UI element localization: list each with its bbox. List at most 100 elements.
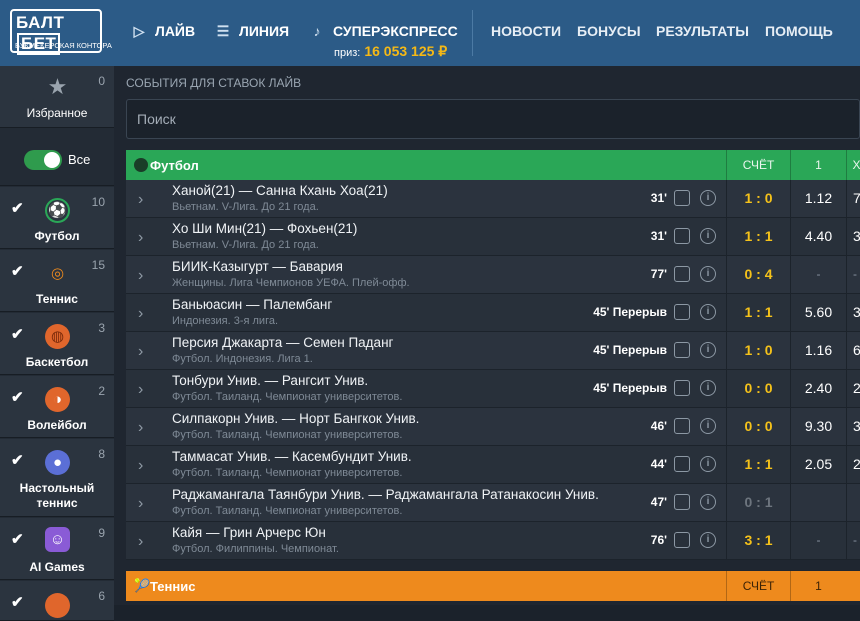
live-events-panel: СОБЫТИЯ ДЛЯ СТАВОК ЛАЙВ Поиск Футбол СЧЁ… <box>114 66 860 605</box>
chevron-right-icon[interactable]: › <box>138 533 143 551</box>
odd-x-button[interactable]: 3. <box>846 218 860 255</box>
odd-1-button[interactable]: 4.40 <box>790 218 846 255</box>
basketball-icon: ◍ <box>45 324 70 349</box>
info-icon[interactable]: i <box>700 266 716 282</box>
event-row[interactable]: › Раджамангала Таянбури Унив. — Раджаманг… <box>126 484 860 522</box>
nav-divider <box>472 10 473 56</box>
sidebar-item-volleyball[interactable]: ✔ ◑ 2 Волейбол <box>0 376 114 438</box>
event-row[interactable]: › БИИК-Казыгурт — Бавария Женщины. Лига Че… <box>126 256 860 294</box>
statistics-icon[interactable] <box>674 266 690 282</box>
statistics-icon[interactable] <box>674 456 690 472</box>
chevron-right-icon[interactable]: › <box>138 457 143 475</box>
odd-x-button[interactable]: 7. <box>846 180 860 217</box>
football-header[interactable]: Футбол СЧЁТ 1 X <box>126 150 860 180</box>
sidebar-item-favorites[interactable]: ★ 0 Избранное <box>0 66 114 128</box>
statistics-icon[interactable] <box>674 418 690 434</box>
sidebar-item-tennis[interactable]: ✔ ◎ 15 Теннис <box>0 250 114 312</box>
event-row[interactable]: › Кайя — Грин Арчерс Юн Футбол. Филиппины.… <box>126 522 860 560</box>
statistics-icon[interactable] <box>674 494 690 510</box>
nav-line[interactable]: ☰ ЛИНИЯ <box>214 22 289 40</box>
nav-bonuses[interactable]: БОНУСЫ <box>577 23 641 39</box>
odd-1-button[interactable] <box>790 484 846 521</box>
event-teams[interactable]: Хо Ши Мин(21) — Фохьен(21) <box>172 221 357 236</box>
odd-1-button[interactable]: - <box>790 256 846 293</box>
info-icon[interactable]: i <box>700 532 716 548</box>
info-icon[interactable]: i <box>700 494 716 510</box>
statistics-icon[interactable] <box>674 342 690 358</box>
info-icon[interactable]: i <box>700 342 716 358</box>
info-icon[interactable]: i <box>700 190 716 206</box>
sidebar-item-table-tennis[interactable]: ✔ ● 8 Настольный теннис <box>0 439 114 517</box>
football-label: Футбол <box>34 229 80 243</box>
statistics-icon[interactable] <box>674 380 690 396</box>
statistics-icon[interactable] <box>674 532 690 548</box>
odd-x-button[interactable]: - <box>846 522 860 559</box>
nav-help[interactable]: ПОМОЩЬ <box>765 23 833 39</box>
statistics-icon[interactable] <box>674 304 690 320</box>
odd-x-button[interactable]: 3. <box>846 294 860 331</box>
all-toggle[interactable] <box>24 150 62 170</box>
tennis-header[interactable]: 🎾 Теннис СЧЁТ 1 <box>126 571 860 601</box>
nav-results[interactable]: РЕЗУЛЬТАТЫ <box>656 23 749 39</box>
event-row[interactable]: › Таммасат Унив. — Касембундит Унив. Футбо… <box>126 446 860 484</box>
sidebar-item-basketball[interactable]: ✔ ◍ 3 Баскетбол <box>0 313 114 375</box>
event-teams[interactable]: Раджамангала Таянбури Унив. — Раджаманга… <box>172 487 599 502</box>
nav-news[interactable]: НОВОСТИ <box>491 23 561 39</box>
chevron-right-icon[interactable]: › <box>138 381 143 399</box>
search-input[interactable]: Поиск <box>126 99 860 139</box>
event-row[interactable]: › Тонбури Унив. — Рангсит Унив. Футбол. Та… <box>126 370 860 408</box>
odd-x-button[interactable]: - <box>846 256 860 293</box>
event-score: 0 : 0 <box>726 370 790 407</box>
info-icon[interactable]: i <box>700 304 716 320</box>
info-icon[interactable]: i <box>700 418 716 434</box>
event-teams[interactable]: Персия Джакарта — Семен Паданг <box>172 335 393 350</box>
chevron-right-icon[interactable]: › <box>138 229 143 247</box>
odd-x-button[interactable]: 3. <box>846 408 860 445</box>
event-teams[interactable]: БИИК-Казыгурт — Бавария <box>172 259 343 274</box>
odd-1-button[interactable]: 2.40 <box>790 370 846 407</box>
nav-superexpress[interactable]: ♪ СУПЕРЭКСПРЕСС <box>308 22 458 40</box>
odd-x-button[interactable] <box>846 484 860 521</box>
statistics-icon[interactable] <box>674 190 690 206</box>
chevron-right-icon[interactable]: › <box>138 419 143 437</box>
event-row[interactable]: › Ханой(21) — Санна Кхань Хоа(21) Вьетнам.… <box>126 180 860 218</box>
event-league: Футбол. Таиланд. Чемпионат университетов… <box>172 429 403 441</box>
statistics-icon[interactable] <box>674 228 690 244</box>
check-icon: ✔ <box>11 452 24 469</box>
sidebar-item-more[interactable]: ✔ 6 <box>0 581 114 621</box>
chevron-right-icon[interactable]: › <box>138 267 143 285</box>
odd-x-button[interactable]: 2. <box>846 446 860 483</box>
odd-x-button[interactable]: 6. <box>846 332 860 369</box>
event-row[interactable]: › Персия Джакарта — Семен Паданг Футбол. И… <box>126 332 860 370</box>
event-row[interactable]: › Силпакорн Унив. — Норт Бангкок Унив. Фут… <box>126 408 860 446</box>
nav-live-label: ЛАЙВ <box>155 23 196 39</box>
sidebar-item-all[interactable]: Все <box>0 128 114 186</box>
event-teams[interactable]: Силпакорн Унив. — Норт Бангкок Унив. <box>172 411 419 426</box>
nav-live[interactable]: ▷ ЛАЙВ <box>130 22 196 40</box>
odd-1-button[interactable]: - <box>790 522 846 559</box>
event-teams[interactable]: Ханой(21) — Санна Кхань Хоа(21) <box>172 183 388 198</box>
odd-1-button[interactable]: 2.05 <box>790 446 846 483</box>
chevron-right-icon[interactable]: › <box>138 305 143 323</box>
logo[interactable]: БАЛТБЕТ БУКМЕКЕРСКАЯ КОНТОРА <box>10 9 112 55</box>
odd-1-button[interactable]: 5.60 <box>790 294 846 331</box>
event-teams[interactable]: Таммасат Унив. — Касембундит Унив. <box>172 449 412 464</box>
sidebar-item-ai-games[interactable]: ✔ ☺ 9 AI Games <box>0 518 114 580</box>
event-row[interactable]: › Баньюасин — Палембанг Индонезия. 3-я лиг… <box>126 294 860 332</box>
info-icon[interactable]: i <box>700 228 716 244</box>
event-row[interactable]: › Хо Ши Мин(21) — Фохьен(21) Вьетнам. V-Ли… <box>126 218 860 256</box>
odd-1-button[interactable]: 1.16 <box>790 332 846 369</box>
event-teams[interactable]: Тонбури Унив. — Рангсит Унив. <box>172 373 368 388</box>
odd-x-button[interactable]: 2. <box>846 370 860 407</box>
event-teams[interactable]: Баньюасин — Палембанг <box>172 297 332 312</box>
odd-1-button[interactable]: 1.12 <box>790 180 846 217</box>
info-icon[interactable]: i <box>700 380 716 396</box>
info-icon[interactable]: i <box>700 456 716 472</box>
event-teams[interactable]: Кайя — Грин Арчерс Юн <box>172 525 326 540</box>
odd-1-button[interactable]: 9.30 <box>790 408 846 445</box>
chevron-right-icon[interactable]: › <box>138 495 143 513</box>
chevron-right-icon[interactable]: › <box>138 191 143 209</box>
sidebar-item-football[interactable]: ✔ ⚽ 10 Футбол <box>0 187 114 249</box>
chevron-right-icon[interactable]: › <box>138 343 143 361</box>
all-label: Все <box>68 152 91 167</box>
